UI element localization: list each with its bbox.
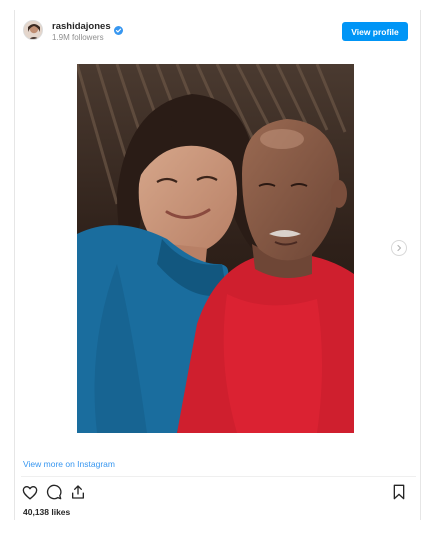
- share-icon[interactable]: [70, 484, 86, 500]
- view-more-link[interactable]: View more on Instagram: [23, 459, 115, 469]
- next-photo-button[interactable]: [391, 240, 407, 256]
- username-row: rashidajones: [52, 21, 123, 35]
- chevron-right-icon: [395, 239, 403, 257]
- post-actions: [22, 484, 86, 500]
- instagram-embed: rashidajones 1.9M followers View profile: [14, 10, 421, 520]
- heart-icon[interactable]: [22, 484, 38, 500]
- followers-count: 1.9M followers: [52, 33, 104, 42]
- post-image[interactable]: [77, 64, 354, 433]
- username[interactable]: rashidajones: [52, 21, 111, 32]
- likes-count: 40,138 likes: [23, 507, 71, 517]
- view-profile-button[interactable]: View profile: [342, 22, 408, 41]
- verified-badge-icon: [113, 22, 123, 35]
- bookmark-icon[interactable]: [392, 484, 408, 500]
- post-header: rashidajones 1.9M followers View profile: [15, 10, 420, 52]
- avatar[interactable]: [23, 20, 43, 40]
- comment-icon[interactable]: [46, 484, 62, 500]
- divider: [21, 476, 416, 477]
